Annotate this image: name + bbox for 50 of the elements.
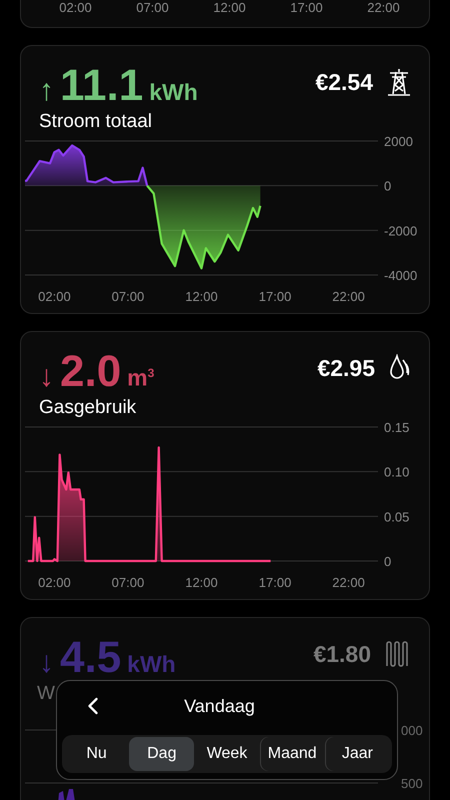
axis-label: 02:00 bbox=[58, 1, 93, 15]
axis-label: -2000 bbox=[384, 223, 418, 238]
axis-label: 0 bbox=[384, 554, 392, 569]
axis-label: 0.15 bbox=[384, 420, 410, 435]
axis-label: 07:00 bbox=[112, 289, 144, 304]
trend-arrow: ↓ bbox=[39, 648, 54, 678]
axis-label: 22:00 bbox=[332, 575, 365, 590]
axis-label: 2000 bbox=[384, 134, 413, 149]
axis-label: 0 bbox=[384, 178, 392, 194]
axis-label: -4000 bbox=[384, 268, 418, 283]
cost-value: €2.95 bbox=[317, 354, 375, 382]
trend-arrow: ↓ bbox=[39, 362, 54, 392]
period-tab[interactable]: Week bbox=[194, 737, 260, 771]
period-tab[interactable]: Nu bbox=[64, 737, 130, 771]
usage-value: 4.5 bbox=[60, 636, 122, 680]
axis-label: 0.05 bbox=[384, 509, 410, 524]
card-title: Gasgebruik bbox=[38, 396, 138, 419]
axis-label: 02:00 bbox=[38, 289, 71, 304]
usage-unit: kWh bbox=[127, 653, 176, 676]
axis-label: 12:00 bbox=[212, 1, 247, 15]
card-title: Stroom totaal bbox=[38, 110, 153, 133]
power-pylon-icon bbox=[387, 68, 411, 96]
axis-label: 22:00 bbox=[366, 1, 401, 15]
period-tab[interactable]: Dag bbox=[129, 737, 194, 771]
axis-label: 17:00 bbox=[258, 289, 292, 304]
cost-value: €2.54 bbox=[315, 68, 373, 96]
axis-label: 02:00 bbox=[38, 575, 71, 590]
cost-value: €1.80 bbox=[313, 640, 371, 668]
usage-graph-drawing bbox=[57, 789, 77, 800]
period-tab[interactable]: Maand bbox=[260, 737, 325, 771]
axis-label: 500 bbox=[401, 776, 423, 791]
flame-icon bbox=[389, 354, 411, 382]
axis-label: 12:00 bbox=[185, 289, 218, 304]
period-title: Vandaag bbox=[183, 696, 256, 716]
radiator-icon bbox=[385, 640, 411, 668]
usage-unit: kWh bbox=[149, 81, 198, 104]
axis-label: 07:00 bbox=[112, 575, 144, 590]
axis-label: 22:00 bbox=[332, 289, 365, 304]
usage-value: 11.1 bbox=[60, 64, 144, 108]
card-title: W bbox=[36, 682, 56, 705]
usage-value: 2.0 bbox=[60, 350, 122, 394]
axis-label: 17:00 bbox=[258, 575, 292, 590]
axis-label: 17:00 bbox=[289, 1, 324, 15]
period-tab[interactable]: Jaar bbox=[324, 737, 390, 771]
axis-label: 0.10 bbox=[384, 464, 410, 480]
trend-arrow: ↑ bbox=[39, 76, 54, 106]
axis-label: 07:00 bbox=[135, 1, 170, 15]
axis-label: 12:00 bbox=[185, 575, 218, 590]
axis-label: 000 bbox=[401, 723, 423, 738]
usage-unit: m$^{3}$ bbox=[127, 364, 154, 390]
